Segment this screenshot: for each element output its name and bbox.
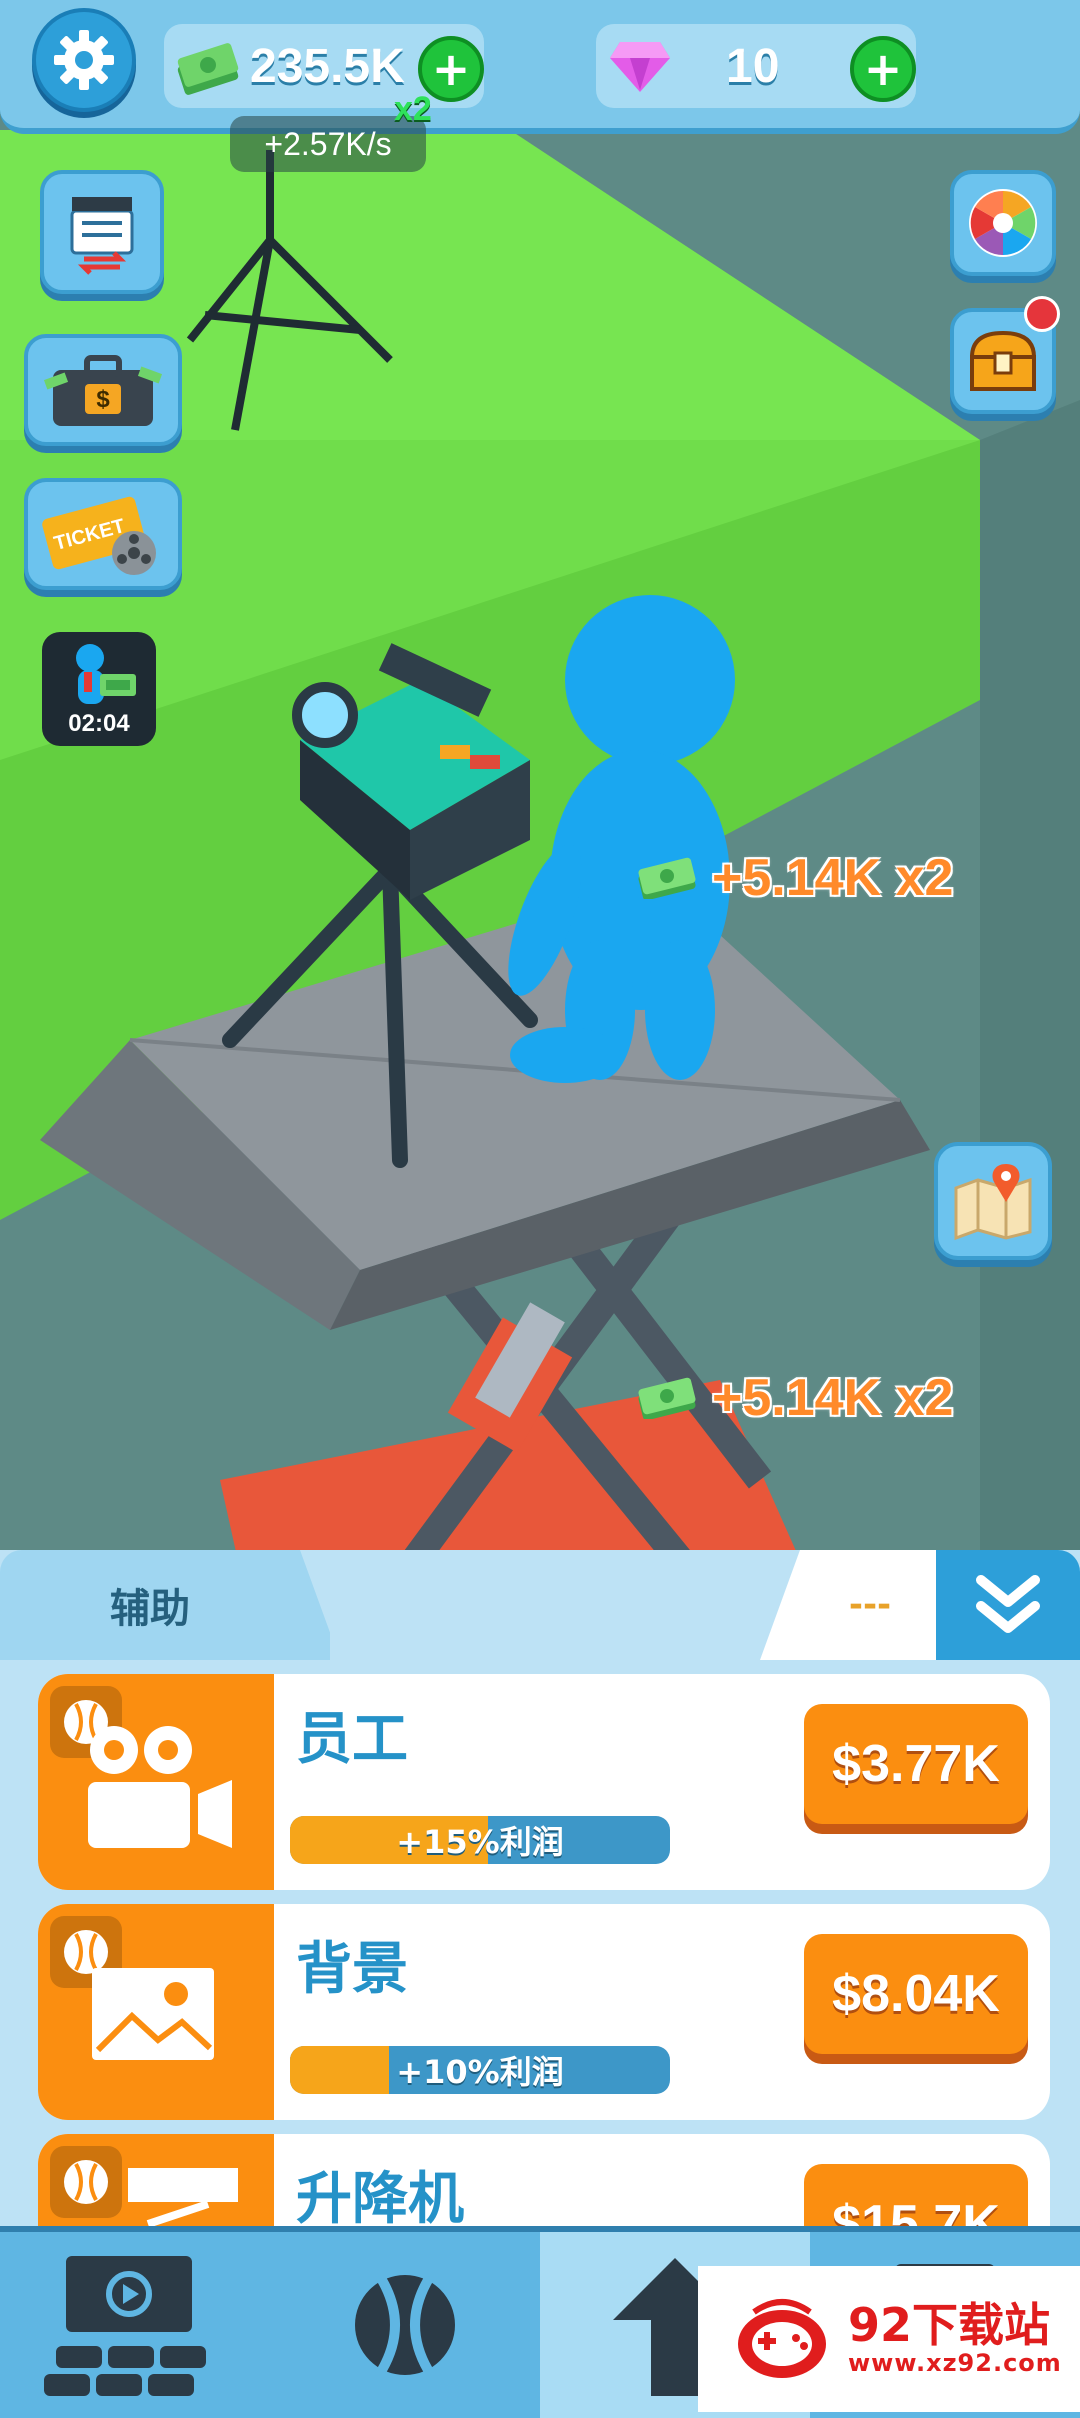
map-icon — [954, 1164, 1032, 1241]
upgrade-panel: 辅助 --- 员工 +15%利润 $3.77K 背景 +10%利润 $8.04K… — [0, 1550, 1080, 2350]
cash-stack-icon — [177, 43, 239, 95]
gamepad-logo-icon — [738, 2299, 826, 2378]
upgrade-title: 背景 — [296, 1937, 408, 2002]
top-bar: 235.5K + 10 + — [0, 0, 1080, 134]
progress-bar: +10%利润 — [290, 2046, 670, 2094]
collapse-panel-button[interactable] — [936, 1550, 1080, 1660]
site-watermark: 92下载站 www.xz92.com — [698, 2266, 1080, 2412]
bonus-label: +15%利润 — [396, 1823, 564, 1861]
switch-scene-button[interactable] — [40, 170, 164, 294]
tab-other[interactable]: --- — [760, 1550, 950, 1660]
tab-assist[interactable]: 辅助 — [0, 1550, 330, 1660]
ball-icon — [64, 2160, 108, 2204]
panel-tabs: 辅助 --- — [0, 1550, 1080, 1660]
briefcase-icon: $ — [43, 355, 163, 426]
diamond-icon — [610, 42, 670, 92]
color-wheel-icon — [969, 189, 1037, 257]
bonus-label: +10%利润 — [396, 2053, 564, 2091]
upgrade-icon-area — [38, 1674, 274, 1890]
upgrade-icon-area — [38, 1904, 274, 2120]
briefcase-button[interactable]: $ — [24, 334, 182, 446]
upgrade-card-staff: 员工 +15%利润 $3.77K — [38, 1674, 1050, 1890]
gear-icon — [54, 30, 114, 90]
nav-upgrades[interactable] — [270, 2232, 540, 2418]
clapperboard-icon — [70, 197, 134, 275]
ticket-icon: TICKET — [42, 496, 156, 575]
income-popup: +5.14K x2 — [636, 1368, 953, 1428]
buy-button[interactable]: $3.77K — [804, 1704, 1028, 1824]
chevron-down-icon — [976, 1575, 1040, 1633]
upgrade-title: 升降机 — [296, 2167, 464, 2232]
treasure-chest-icon — [969, 330, 1037, 391]
gem-amount: 10 — [726, 39, 780, 93]
ball-icon — [355, 2275, 455, 2375]
multiplier-badge: x2 — [394, 90, 432, 128]
spin-wheel-button[interactable] — [950, 170, 1056, 276]
income-amount: +5.14K x2 — [712, 849, 954, 907]
income-amount: +5.14K x2 — [712, 1369, 954, 1427]
buy-button[interactable]: $8.04K — [804, 1934, 1028, 2054]
svg-text:$: $ — [96, 386, 110, 413]
ticket-button[interactable]: TICKET — [24, 478, 182, 590]
map-button[interactable] — [934, 1142, 1052, 1260]
theater-icon — [44, 2256, 206, 2396]
notification-dot — [1024, 296, 1060, 332]
income-popup: +5.14K x2 — [636, 848, 953, 908]
upgrade-card-background: 背景 +10%利润 $8.04K — [38, 1904, 1050, 2120]
movie-camera-icon — [88, 1726, 232, 1848]
offer-timer: 02:04 — [68, 710, 130, 737]
nav-theater[interactable] — [0, 2232, 270, 2418]
settings-button[interactable] — [32, 8, 136, 112]
cash-stack-icon — [638, 857, 696, 899]
watermark-url: www.xz92.com — [848, 2349, 1062, 2378]
watermark-title: 92下载站 — [848, 2297, 1051, 2352]
cash-amount: 235.5K — [250, 39, 405, 93]
level-icon — [50, 2146, 122, 2218]
upgrade-title: 员工 — [296, 1707, 408, 1772]
character-cash-icon — [76, 644, 136, 704]
add-gems-button[interactable]: + — [850, 36, 916, 102]
progress-bar: +15%利润 — [290, 1816, 670, 1864]
cash-stack-icon — [638, 1377, 696, 1419]
timed-offer[interactable]: 02:04 — [42, 632, 156, 746]
image-icon — [92, 1968, 214, 2060]
